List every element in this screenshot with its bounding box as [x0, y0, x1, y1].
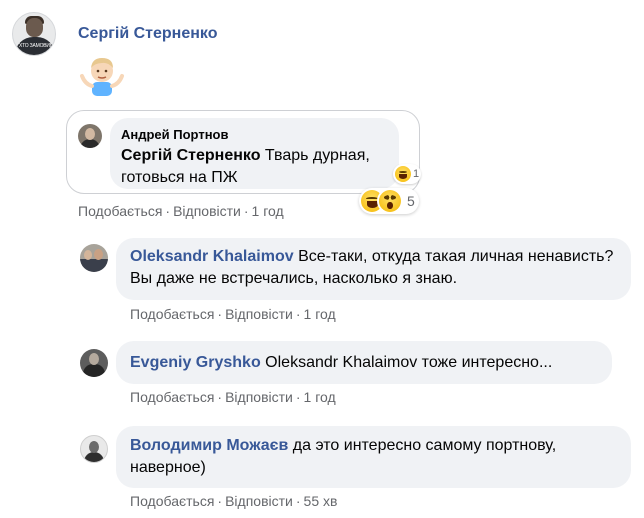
avatar-face: [94, 249, 103, 260]
separator: ·: [295, 389, 301, 405]
avatar-andrey-portnov[interactable]: [78, 124, 102, 148]
quoted-reaction-count: 1: [413, 168, 420, 180]
reply-text: Oleksandr Khalaimov Все-таки, откуда так…: [130, 246, 620, 290]
avatar-head: [26, 18, 43, 37]
quoted-comment-author[interactable]: Андрей Портнов: [121, 127, 228, 142]
timestamp-link[interactable]: 55 хв: [304, 493, 338, 509]
reply-link[interactable]: Відповісти: [173, 203, 241, 219]
reply-actions: Подобається · Відповісти · 55 хв: [130, 493, 337, 509]
laugh-emoji-icon: [395, 166, 411, 182]
like-link[interactable]: Подобається: [130, 389, 214, 405]
avatar-body: [80, 259, 108, 272]
reply-author-name[interactable]: Володимир Можаєв: [130, 437, 288, 454]
avatar-face: [84, 250, 92, 260]
comment-reactions[interactable]: 5: [359, 188, 419, 214]
reply-link[interactable]: Відповісти: [225, 306, 293, 322]
wow-emoji-icon: [379, 190, 401, 212]
reaction-count: 5: [407, 193, 415, 209]
avatar-evgeniy-gryshko[interactable]: [80, 349, 108, 377]
like-link[interactable]: Подобається: [78, 203, 162, 219]
avatar-shirt-text: ХТО ЗАМОВИВ ГАНДЗЮК: [19, 43, 51, 49]
avatar-sergiy-sternenko[interactable]: ХТО ЗАМОВИВ ГАНДЗЮК: [12, 12, 56, 56]
reply-body: Oleksandr Khalaimov тоже интересно...: [260, 354, 553, 371]
quoted-comment-mention[interactable]: Сергій Стерненко: [121, 147, 260, 164]
reply-actions: Подобається · Відповісти · 1 год: [130, 389, 336, 405]
quoted-reactions[interactable]: 1: [393, 164, 422, 184]
avatar-body: [84, 452, 104, 462]
avatar-volodymyr-mozhaev[interactable]: [80, 435, 108, 463]
comment-author-name[interactable]: Сергій Стерненко: [78, 25, 217, 43]
reply-link[interactable]: Відповісти: [225, 493, 293, 509]
reply-text: Evgeniy Gryshko Oleksandr Khalaimov тоже…: [130, 352, 610, 374]
separator: ·: [295, 306, 301, 322]
avatar-body: [83, 364, 105, 377]
separator: ·: [217, 389, 223, 405]
avatar-body: [80, 139, 100, 148]
like-link[interactable]: Подобається: [130, 306, 214, 322]
timestamp-link[interactable]: 1 год: [252, 203, 284, 219]
separator: ·: [217, 493, 223, 509]
timestamp-link[interactable]: 1 год: [304, 306, 336, 322]
like-link[interactable]: Подобається: [130, 493, 214, 509]
reply-author-name[interactable]: Evgeniy Gryshko: [130, 354, 261, 371]
avatar-oleksandr-khalaimov[interactable]: [80, 244, 108, 272]
separator: ·: [165, 203, 171, 219]
reply-text: Володимир Можаєв да это интересно самому…: [130, 435, 620, 479]
reply-link[interactable]: Відповісти: [225, 389, 293, 405]
avatar-face: [89, 353, 99, 365]
timestamp-link[interactable]: 1 год: [304, 389, 336, 405]
shrug-emoji-icon: [80, 58, 124, 96]
avatar-face: [89, 441, 99, 453]
quoted-comment-text: Сергій Стерненко Тварь дурная, готовься …: [121, 145, 391, 189]
comment-actions: Подобається · Відповісти · 1 год: [78, 203, 284, 219]
reply-author-name[interactable]: Oleksandr Khalaimov: [130, 248, 294, 265]
separator: ·: [243, 203, 249, 219]
avatar-face: [85, 128, 95, 140]
reply-actions: Подобається · Відповісти · 1 год: [130, 306, 336, 322]
separator: ·: [295, 493, 301, 509]
separator: ·: [217, 306, 223, 322]
